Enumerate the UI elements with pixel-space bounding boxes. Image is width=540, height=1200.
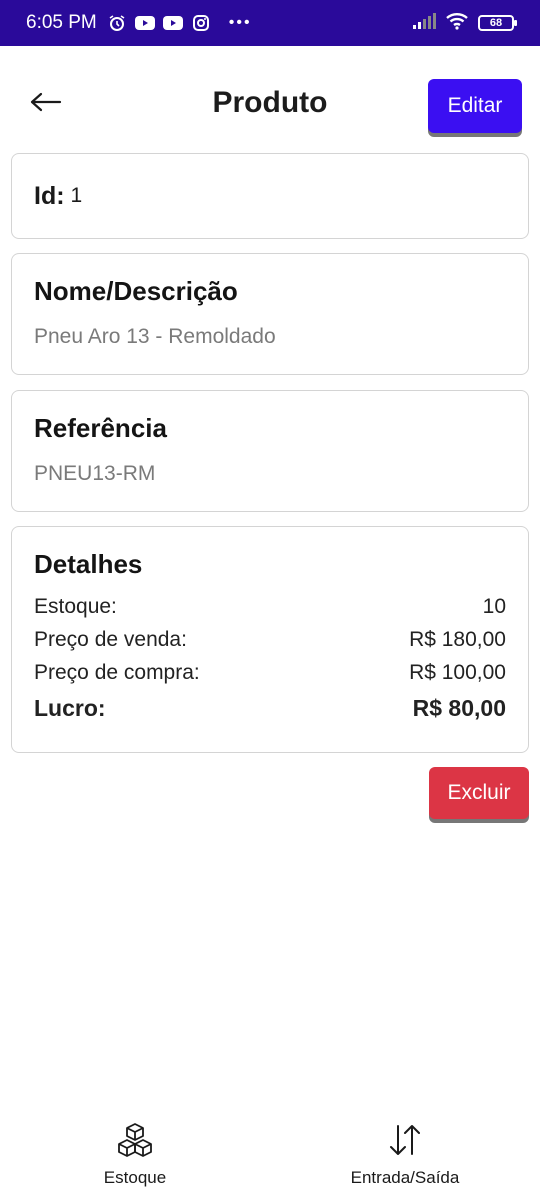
- edit-button[interactable]: Editar: [428, 79, 522, 133]
- name-value: Pneu Aro 13 - Remoldado: [34, 325, 276, 348]
- detail-row-purchase-price: Preço de compra: R$ 100,00: [34, 656, 506, 689]
- sale-price-label: Preço de venda:: [34, 627, 187, 651]
- detail-row-stock: Estoque: 10: [34, 590, 506, 623]
- profit-value: R$ 80,00: [412, 694, 506, 721]
- reference-heading: Referência: [34, 413, 167, 443]
- status-right: 68: [412, 12, 517, 35]
- signal-icon: [412, 12, 436, 34]
- status-time: 6:05 PM: [26, 12, 97, 33]
- detail-row-sale-price: Preço de venda: R$ 180,00: [34, 623, 506, 656]
- reference-value: PNEU13-RM: [34, 462, 156, 485]
- more-dots-icon: •••: [228, 14, 252, 31]
- purchase-price-label: Preço de compra:: [34, 660, 200, 684]
- name-card: Nome/Descrição Pneu Aro 13 - Remoldado: [11, 253, 529, 375]
- sale-price-value: R$ 180,00: [409, 627, 506, 651]
- id-label: Id:: [34, 181, 65, 210]
- notification-icons: •••: [107, 14, 252, 32]
- nav-item-estoque[interactable]: Estoque: [0, 1110, 270, 1200]
- instagram-icon: [191, 15, 211, 31]
- stock-value: 10: [482, 594, 506, 618]
- battery-icon: 68: [478, 15, 517, 31]
- alarm-icon: [107, 15, 127, 31]
- detail-row-profit: Lucro: R$ 80,00: [34, 689, 506, 727]
- youtube-icon: [134, 15, 155, 31]
- cubes-icon: [115, 1120, 155, 1160]
- purchase-price-value: R$ 100,00: [409, 660, 506, 684]
- nav-label-entrada-saida: Entrada/Saída: [350, 1168, 460, 1187]
- youtube-icon: [162, 15, 183, 31]
- details-card: Detalhes Estoque: 10 Preço de venda: R$ …: [11, 526, 529, 753]
- id-card: Id: 1: [11, 153, 529, 239]
- arrows-up-down-icon: [385, 1120, 425, 1160]
- profit-label: Lucro:: [34, 694, 106, 721]
- nav-label-estoque: Estoque: [103, 1168, 167, 1187]
- details-heading: Detalhes: [34, 549, 143, 579]
- reference-card: Referência PNEU13-RM: [11, 390, 529, 512]
- status-left: 6:05 PM •••: [26, 12, 252, 34]
- delete-button[interactable]: Excluir: [429, 767, 529, 819]
- id-value: 1: [70, 184, 83, 207]
- status-bar: 6:05 PM ••• 68: [0, 0, 540, 46]
- stock-label: Estoque:: [34, 594, 117, 618]
- nav-item-entrada-saida[interactable]: Entrada/Saída: [270, 1110, 540, 1200]
- app-bar: Produto Editar: [0, 46, 540, 154]
- bottom-nav: Estoque Entrada/Saída: [0, 1110, 540, 1200]
- name-heading: Nome/Descrição: [34, 276, 238, 306]
- wifi-icon: [446, 12, 468, 35]
